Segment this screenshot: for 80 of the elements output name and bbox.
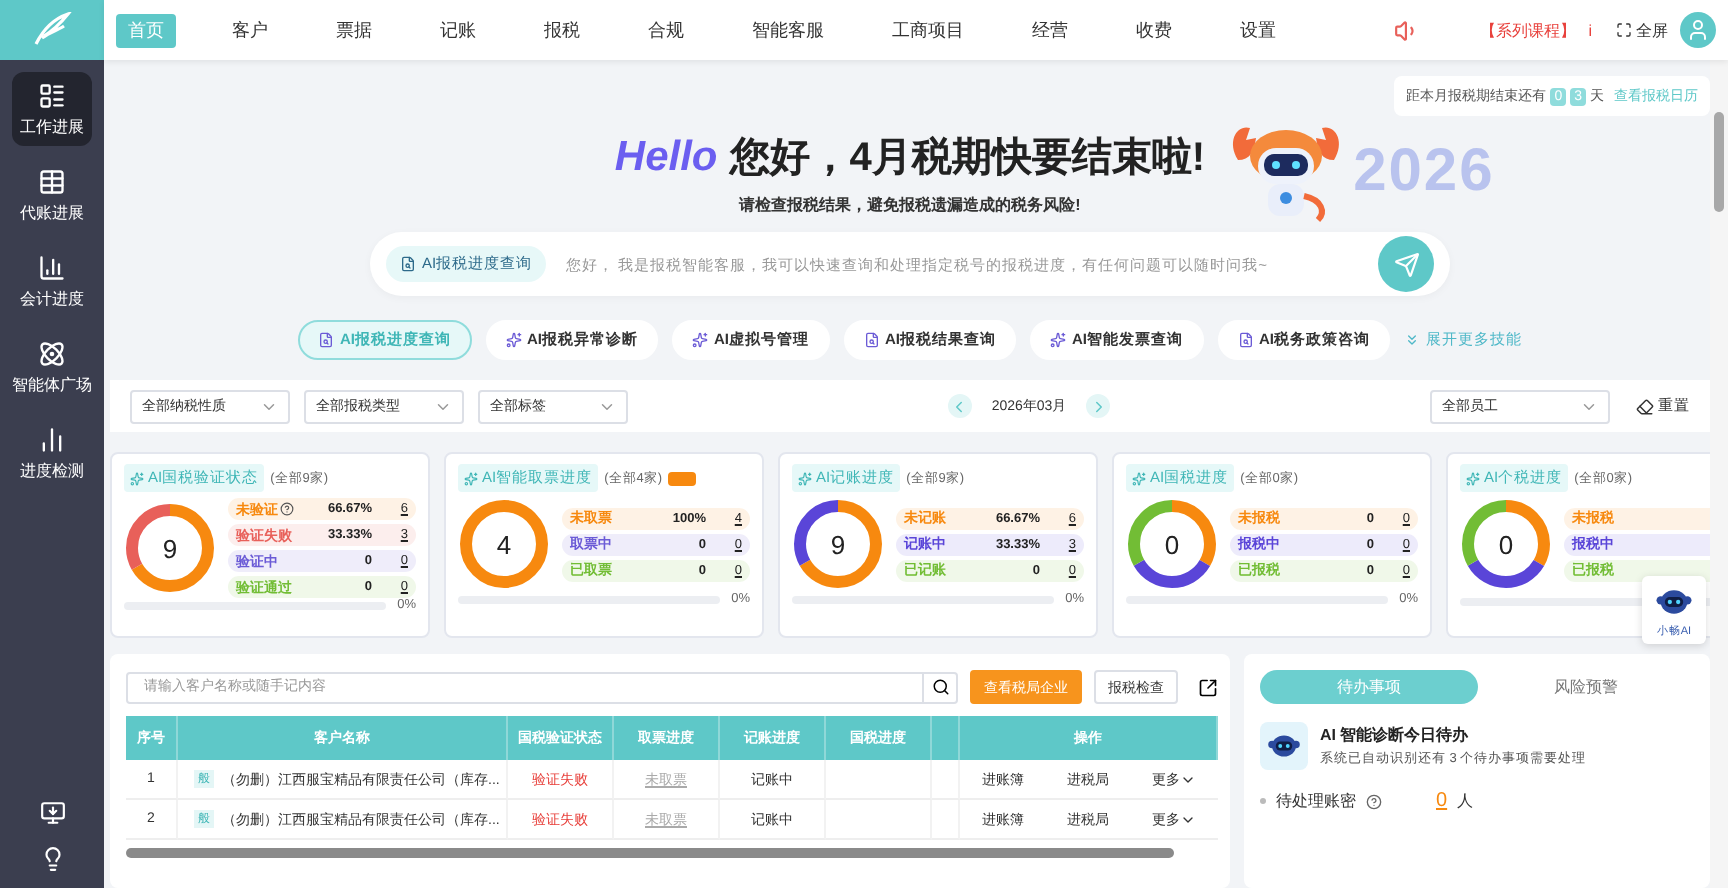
nav-tab[interactable]: 收费: [1124, 13, 1184, 47]
document-icon: [400, 256, 416, 272]
document-icon: [318, 332, 334, 348]
subtitle: 请检查报税结果，避免报税遗漏造成的税务风险!: [739, 193, 1081, 215]
sparkle-icon: [1466, 471, 1480, 485]
list-icon: [38, 82, 66, 110]
fullscreen-icon: [1616, 22, 1632, 38]
donut-chart: [792, 498, 884, 590]
table-cell: [826, 760, 932, 800]
nav-tab[interactable]: 工商项目: [880, 13, 976, 47]
column-header: [932, 716, 960, 760]
nav-tab[interactable]: 记账: [428, 13, 488, 47]
help-icon: [1366, 793, 1382, 809]
donut-total: 0: [1498, 529, 1514, 559]
donut-chart: [458, 498, 550, 590]
sparkle-icon: [464, 471, 478, 485]
help-icon[interactable]: [280, 502, 294, 516]
sidebar-label: 代账进展: [20, 202, 84, 224]
sparkle-icon: [130, 471, 144, 485]
sparkle-icon: [1132, 471, 1146, 485]
sparkle-icon: [798, 471, 812, 485]
next-month-button[interactable]: [1086, 394, 1111, 418]
todo-label: 待处理账密: [1276, 790, 1356, 812]
sidebar-item[interactable]: 会计进度: [12, 244, 92, 318]
sidebar-item[interactable]: 代账进展: [12, 158, 92, 232]
sparkle-icon: [505, 332, 521, 348]
year-watermark: 2026: [1353, 138, 1495, 206]
user-icon: [1686, 18, 1710, 42]
export-icon[interactable]: [1198, 677, 1218, 697]
sidebar-item[interactable]: 进度检测: [12, 416, 92, 490]
send-icon: [1393, 251, 1419, 277]
previous-month-button[interactable]: [947, 394, 972, 418]
donut-chart: [124, 502, 216, 594]
table-icon: [38, 168, 66, 196]
sidebar-label: 工作进展: [20, 116, 84, 138]
atom-icon: [38, 340, 66, 368]
feather-logo-icon: [32, 12, 72, 48]
nav-tab[interactable]: 智能客服: [740, 13, 836, 47]
donut-chart: [1126, 498, 1218, 590]
sidebar-item[interactable]: 智能体广场: [12, 330, 92, 404]
nav-tab[interactable]: 合规: [636, 13, 696, 47]
sidebar-label: 智能体广场: [12, 374, 92, 396]
double-chevron-icon: [1404, 332, 1420, 348]
donut-chart: [1460, 498, 1552, 590]
bar-chart-icon: [38, 254, 66, 282]
bar-chart-icon: [38, 426, 66, 454]
avatar[interactable]: [1680, 12, 1716, 48]
donut-total: 4: [496, 529, 512, 559]
bullet-icon: [1260, 798, 1266, 804]
donut-total: 0: [1164, 529, 1180, 559]
nav-tab[interactable]: 设置: [1228, 13, 1288, 47]
sidebar-label: 会计进度: [20, 288, 84, 310]
nav-tab[interactable]: 票据: [324, 13, 384, 47]
sidebar-label: 进度检测: [20, 460, 84, 482]
donut-total: 9: [830, 529, 846, 559]
greeting: Hello: [614, 133, 718, 181]
donut-total: 9: [162, 533, 178, 563]
search-button[interactable]: [924, 671, 958, 703]
panel-tab[interactable]: 风险预警: [1477, 670, 1694, 704]
monitor-icon[interactable]: [39, 800, 65, 826]
nav-tab[interactable]: 报税: [532, 13, 592, 47]
horizontal-scrollbar[interactable]: [126, 848, 1175, 858]
nav-tab[interactable]: 经营: [1020, 13, 1080, 47]
todo-unit: 人: [1457, 790, 1474, 812]
eraser-icon: [1636, 397, 1654, 415]
nav-tab[interactable]: 客户: [220, 13, 280, 47]
todo-title: AI 智能诊断今日待办: [1320, 724, 1471, 746]
lightbulb-icon[interactable]: [39, 846, 65, 872]
send-button[interactable]: [1378, 236, 1434, 292]
headline: 您好，4月税期快要结束啦!: [729, 133, 1206, 183]
info-mark[interactable]: i: [1588, 21, 1592, 39]
scrollbar-thumb[interactable]: [1714, 112, 1724, 212]
fullscreen-button[interactable]: 全屏: [1616, 19, 1668, 41]
sparkle-icon: [692, 332, 708, 348]
course-link[interactable]: 【系列课程】: [1480, 19, 1577, 41]
document-icon: [1237, 332, 1253, 348]
sparkle-icon: [1050, 332, 1066, 348]
search-icon: [931, 678, 949, 696]
sidebar-item[interactable]: 工作进展: [12, 72, 92, 146]
document-icon: [863, 332, 879, 348]
